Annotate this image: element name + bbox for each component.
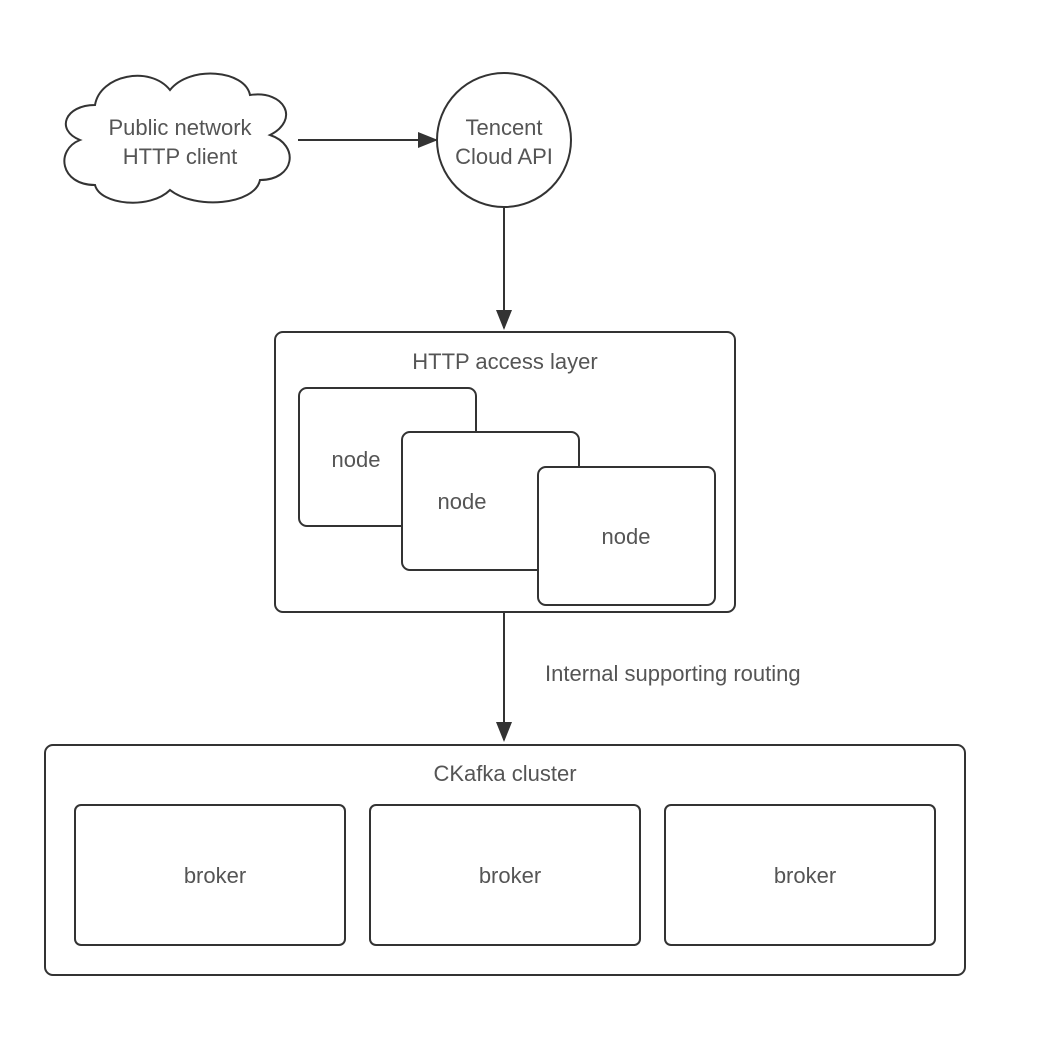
broker-label-1: broker — [175, 862, 255, 891]
routing-label: Internal supporting routing — [545, 660, 835, 689]
cluster-title: CKafka cluster — [405, 760, 605, 789]
architecture-diagram: Public network HTTP client Tencent Cloud… — [0, 0, 1050, 1048]
node-label-1: node — [326, 446, 386, 475]
api-line2: Cloud API — [455, 144, 553, 169]
broker-label-3: broker — [765, 862, 845, 891]
api-line1: Tencent — [465, 115, 542, 140]
client-label: Public network HTTP client — [90, 114, 270, 171]
node-label-3: node — [596, 523, 656, 552]
client-line2: HTTP client — [123, 144, 238, 169]
node-label-2: node — [432, 488, 492, 517]
access-layer-title: HTTP access layer — [375, 348, 635, 377]
client-line1: Public network — [108, 115, 251, 140]
api-label: Tencent Cloud API — [444, 114, 564, 171]
broker-label-2: broker — [470, 862, 550, 891]
